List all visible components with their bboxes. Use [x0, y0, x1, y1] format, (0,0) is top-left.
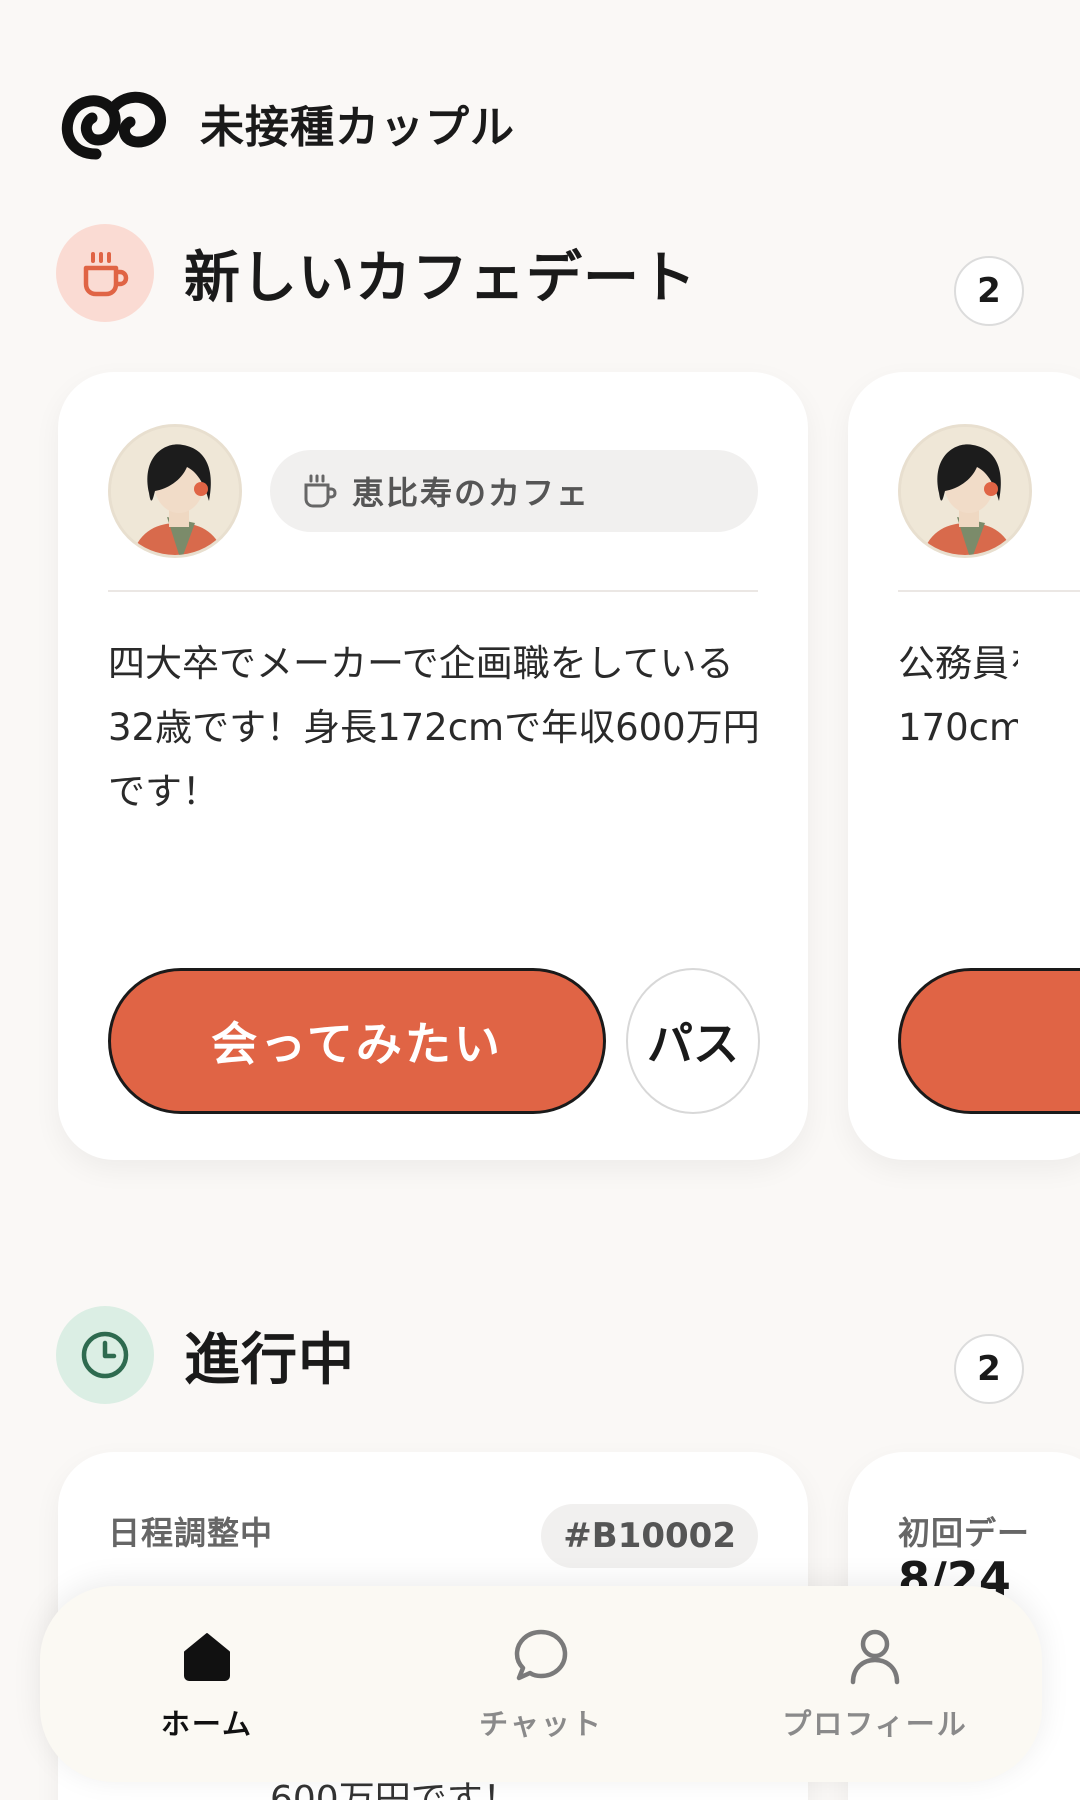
profile-text: 公務員を 170cm — [898, 632, 1018, 760]
count-badge: 2 — [954, 256, 1024, 326]
profile-text-line: 公務員を — [898, 642, 1018, 685]
divider — [898, 590, 1080, 592]
section-title: 進行中 — [184, 1327, 355, 1393]
nav-label: ホーム — [160, 1707, 254, 1741]
home-screen: 未接種カップル 新しいカフェデート 2 恵比寿のカフェ 四大卒でメーカーで企画職… — [0, 0, 1080, 1800]
date-card[interactable]: 恵比寿のカフェ 四大卒でメーカーで企画職をしている32歳です！身長172cmで年… — [58, 372, 808, 1160]
nav-label: チャット — [479, 1707, 603, 1741]
status-label: 初回デー — [898, 1514, 1031, 1552]
status-label: 日程調整中 — [108, 1514, 274, 1552]
date-card[interactable]: 公務員を 170cm — [848, 372, 1080, 1160]
avatar — [898, 424, 1032, 558]
pass-button[interactable]: パス — [626, 968, 760, 1114]
nav-item-profile[interactable]: プロフィール — [745, 1625, 1005, 1743]
card-top: 恵比寿のカフェ — [108, 424, 758, 558]
app-title: 未接種カップル — [200, 102, 515, 153]
coffee-cup-icon — [56, 224, 154, 322]
bottom-nav: ホーム チャット プロフィール — [40, 1586, 1042, 1782]
id-badge: #B10002 — [541, 1504, 758, 1568]
in-progress-header: 進行中 2 — [56, 1306, 1024, 1404]
nav-item-home[interactable]: ホーム — [77, 1625, 337, 1743]
location-pill: 恵比寿のカフェ — [270, 450, 758, 532]
new-dates-header: 新しいカフェデート 2 — [56, 224, 1024, 326]
clock-icon — [56, 1306, 154, 1404]
logo-icon — [61, 91, 166, 160]
location-label: 恵比寿のカフェ — [352, 474, 591, 512]
divider — [108, 590, 758, 592]
profile-text-line: 170cm — [898, 706, 1018, 749]
want-to-meet-button[interactable]: 会ってみたい — [108, 968, 606, 1114]
home-icon — [184, 1633, 230, 1681]
nav-item-chat[interactable]: チャット — [411, 1625, 671, 1743]
app-header: 未接種カップル — [58, 84, 515, 162]
profile-text: 四大卒でメーカーで企画職をしている32歳です！身長172cmで年収600万円です… — [108, 642, 760, 813]
coffee-cup-icon — [304, 474, 337, 508]
profile-icon — [850, 1629, 900, 1685]
chat-icon — [514, 1629, 568, 1681]
count-badge: 2 — [954, 1334, 1024, 1404]
nav-label: プロフィール — [782, 1707, 968, 1741]
section-title: 新しいカフェデート — [184, 245, 697, 311]
avatar — [108, 424, 242, 558]
want-to-meet-button[interactable] — [898, 968, 1080, 1114]
